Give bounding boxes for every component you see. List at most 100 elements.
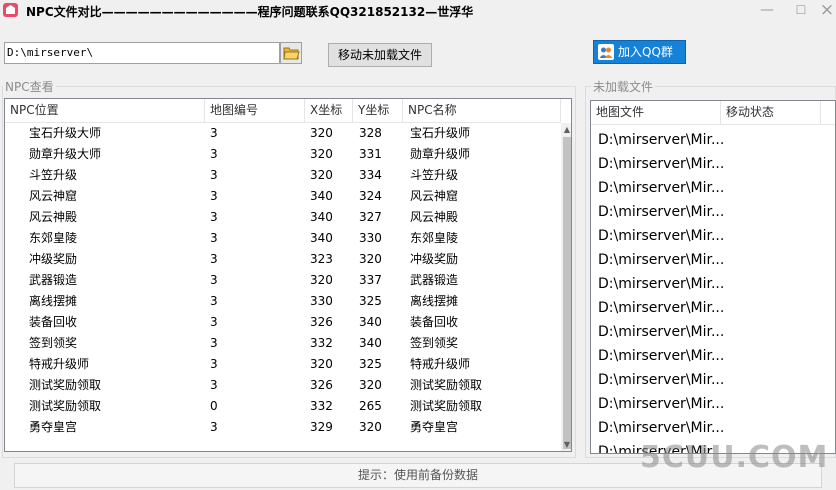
map-id-cell[interactable]: 3 xyxy=(210,333,218,354)
file-list-item[interactable]: D:\mirserver\Mir... xyxy=(598,416,724,440)
map-id-cell[interactable]: 0 xyxy=(210,396,218,417)
npc-location-cell[interactable]: 风云神殿 xyxy=(29,207,77,228)
x-cell[interactable]: 340 xyxy=(310,186,333,207)
y-cell[interactable]: 331 xyxy=(359,144,382,165)
npc-name-cell[interactable]: 东郊皇陵 xyxy=(410,228,458,249)
x-cell[interactable]: 320 xyxy=(310,165,333,186)
map-id-cell[interactable]: 3 xyxy=(210,354,218,375)
file-list-item[interactable]: D:\mirserver\Mir... xyxy=(598,176,724,200)
npc-name-cell[interactable]: 风云神窟 xyxy=(410,186,458,207)
npc-name-cell[interactable]: 签到领奖 xyxy=(410,333,458,354)
map-id-cell[interactable]: 3 xyxy=(210,144,218,165)
npc-list-scrollbar[interactable]: ▲ ▼ xyxy=(561,123,571,451)
x-cell[interactable]: 329 xyxy=(310,417,333,438)
x-cell[interactable]: 340 xyxy=(310,207,333,228)
y-cell[interactable]: 337 xyxy=(359,270,382,291)
npc-location-cell[interactable]: 斗笠升级 xyxy=(29,165,77,186)
y-cell[interactable]: 324 xyxy=(359,186,382,207)
file-list-item[interactable]: D:\mirserver\Mir... xyxy=(598,152,724,176)
map-id-cell[interactable]: 3 xyxy=(210,228,218,249)
file-list-item[interactable]: D:\mirserver\Mir... xyxy=(598,296,724,320)
npc-list[interactable]: NPC位置 地图编号 X坐标 Y坐标 NPC名称 宝石升级大师 3 320 328 宝石… xyxy=(4,98,572,452)
npc-name-cell[interactable]: 斗笠升级 xyxy=(410,165,458,186)
file-list-item[interactable]: D:\mirserver\Mir... xyxy=(598,344,724,368)
npc-location-cell[interactable]: 特戒升级师 xyxy=(29,354,89,375)
y-cell[interactable]: 325 xyxy=(359,354,382,375)
map-id-cell[interactable]: 3 xyxy=(210,207,218,228)
file-list-item[interactable]: D:\mirserver\Mir... xyxy=(598,248,724,272)
map-id-cell[interactable]: 3 xyxy=(210,291,218,312)
join-qq-group-button[interactable]: 加入QQ群 xyxy=(593,40,686,64)
npc-name-cell[interactable]: 离线摆摊 xyxy=(410,291,458,312)
map-id-cell[interactable]: 3 xyxy=(210,165,218,186)
npc-name-cell[interactable]: 勇夺皇宫 xyxy=(410,417,458,438)
column-header-move-status[interactable]: 移动状态 xyxy=(721,101,821,125)
npc-name-cell[interactable]: 冲级奖励 xyxy=(410,249,458,270)
column-header-map-file[interactable]: 地图文件 xyxy=(591,101,721,125)
path-input[interactable]: D:\mirserver\ xyxy=(4,42,280,64)
browse-folder-button[interactable] xyxy=(280,42,302,64)
x-cell[interactable]: 326 xyxy=(310,375,333,396)
npc-location-cell[interactable]: 风云神窟 xyxy=(29,186,77,207)
npc-location-cell[interactable]: 武器锻造 xyxy=(29,270,77,291)
npc-location-cell[interactable]: 东郊皇陵 xyxy=(29,228,77,249)
x-cell[interactable]: 320 xyxy=(310,270,333,291)
npc-name-cell[interactable]: 勋章升级师 xyxy=(410,144,470,165)
x-cell[interactable]: 332 xyxy=(310,396,333,417)
column-header-npc-name[interactable]: NPC名称 xyxy=(403,99,561,123)
x-cell[interactable]: 320 xyxy=(310,144,333,165)
npc-name-cell[interactable]: 武器锻造 xyxy=(410,270,458,291)
file-list-item[interactable]: D:\mirserver\Mir... xyxy=(598,320,724,344)
y-cell[interactable]: 325 xyxy=(359,291,382,312)
y-cell[interactable]: 334 xyxy=(359,165,382,186)
minimize-button[interactable]: — xyxy=(752,0,782,22)
npc-location-cell[interactable]: 测试奖励领取 xyxy=(29,375,101,396)
npc-location-cell[interactable]: 勋章升级大师 xyxy=(29,144,101,165)
y-cell[interactable]: 265 xyxy=(359,396,382,417)
file-list-item[interactable]: D:\mirserver\Mir... xyxy=(598,272,724,296)
file-list-item[interactable]: D:\mirserver\Mir... xyxy=(598,224,724,248)
map-id-cell[interactable]: 3 xyxy=(210,249,218,270)
x-cell[interactable]: 320 xyxy=(310,354,333,375)
y-cell[interactable]: 340 xyxy=(359,333,382,354)
map-id-cell[interactable]: 3 xyxy=(210,186,218,207)
y-cell[interactable]: 320 xyxy=(359,375,382,396)
column-header-y[interactable]: Y坐标 xyxy=(353,99,403,123)
file-list-item[interactable]: D:\mirserver\Mir... xyxy=(598,392,724,416)
map-id-cell[interactable]: 3 xyxy=(210,123,218,144)
map-id-cell[interactable]: 3 xyxy=(210,375,218,396)
npc-location-cell[interactable]: 离线摆摊 xyxy=(29,291,77,312)
x-cell[interactable]: 340 xyxy=(310,228,333,249)
x-cell[interactable]: 330 xyxy=(310,291,333,312)
y-cell[interactable]: 327 xyxy=(359,207,382,228)
npc-name-cell[interactable]: 测试奖励领取 xyxy=(410,375,482,396)
x-cell[interactable]: 323 xyxy=(310,249,333,270)
file-list-item[interactable]: D:\mirserver\Mir... xyxy=(598,200,724,224)
npc-name-cell[interactable]: 装备回收 xyxy=(410,312,458,333)
x-cell[interactable]: 332 xyxy=(310,333,333,354)
column-header-map-id[interactable]: 地图编号 xyxy=(205,99,305,123)
npc-location-cell[interactable]: 装备回收 xyxy=(29,312,77,333)
npc-name-cell[interactable]: 风云神殿 xyxy=(410,207,458,228)
column-header-npc-location[interactable]: NPC位置 xyxy=(5,99,205,123)
x-cell[interactable]: 326 xyxy=(310,312,333,333)
npc-location-cell[interactable]: 测试奖励领取 xyxy=(29,396,101,417)
y-cell[interactable]: 328 xyxy=(359,123,382,144)
y-cell[interactable]: 320 xyxy=(359,417,382,438)
unloaded-file-list[interactable]: 地图文件 移动状态 D:\mirserver\Mir... D:\mirserve… xyxy=(590,100,836,454)
y-cell[interactable]: 320 xyxy=(359,249,382,270)
map-id-cell[interactable]: 3 xyxy=(210,417,218,438)
npc-name-cell[interactable]: 宝石升级师 xyxy=(410,123,470,144)
scroll-thumb[interactable] xyxy=(563,137,571,449)
close-button[interactable]: × xyxy=(812,0,836,22)
npc-location-cell[interactable]: 签到领奖 xyxy=(29,333,77,354)
y-cell[interactable]: 330 xyxy=(359,228,382,249)
npc-location-cell[interactable]: 冲级奖励 xyxy=(29,249,77,270)
npc-location-cell[interactable]: 宝石升级大师 xyxy=(29,123,101,144)
map-id-cell[interactable]: 3 xyxy=(210,312,218,333)
x-cell[interactable]: 320 xyxy=(310,123,333,144)
map-id-cell[interactable]: 3 xyxy=(210,270,218,291)
npc-location-cell[interactable]: 勇夺皇宫 xyxy=(29,417,77,438)
move-unloaded-files-button[interactable]: 移动未加载文件 xyxy=(328,43,432,67)
y-cell[interactable]: 340 xyxy=(359,312,382,333)
